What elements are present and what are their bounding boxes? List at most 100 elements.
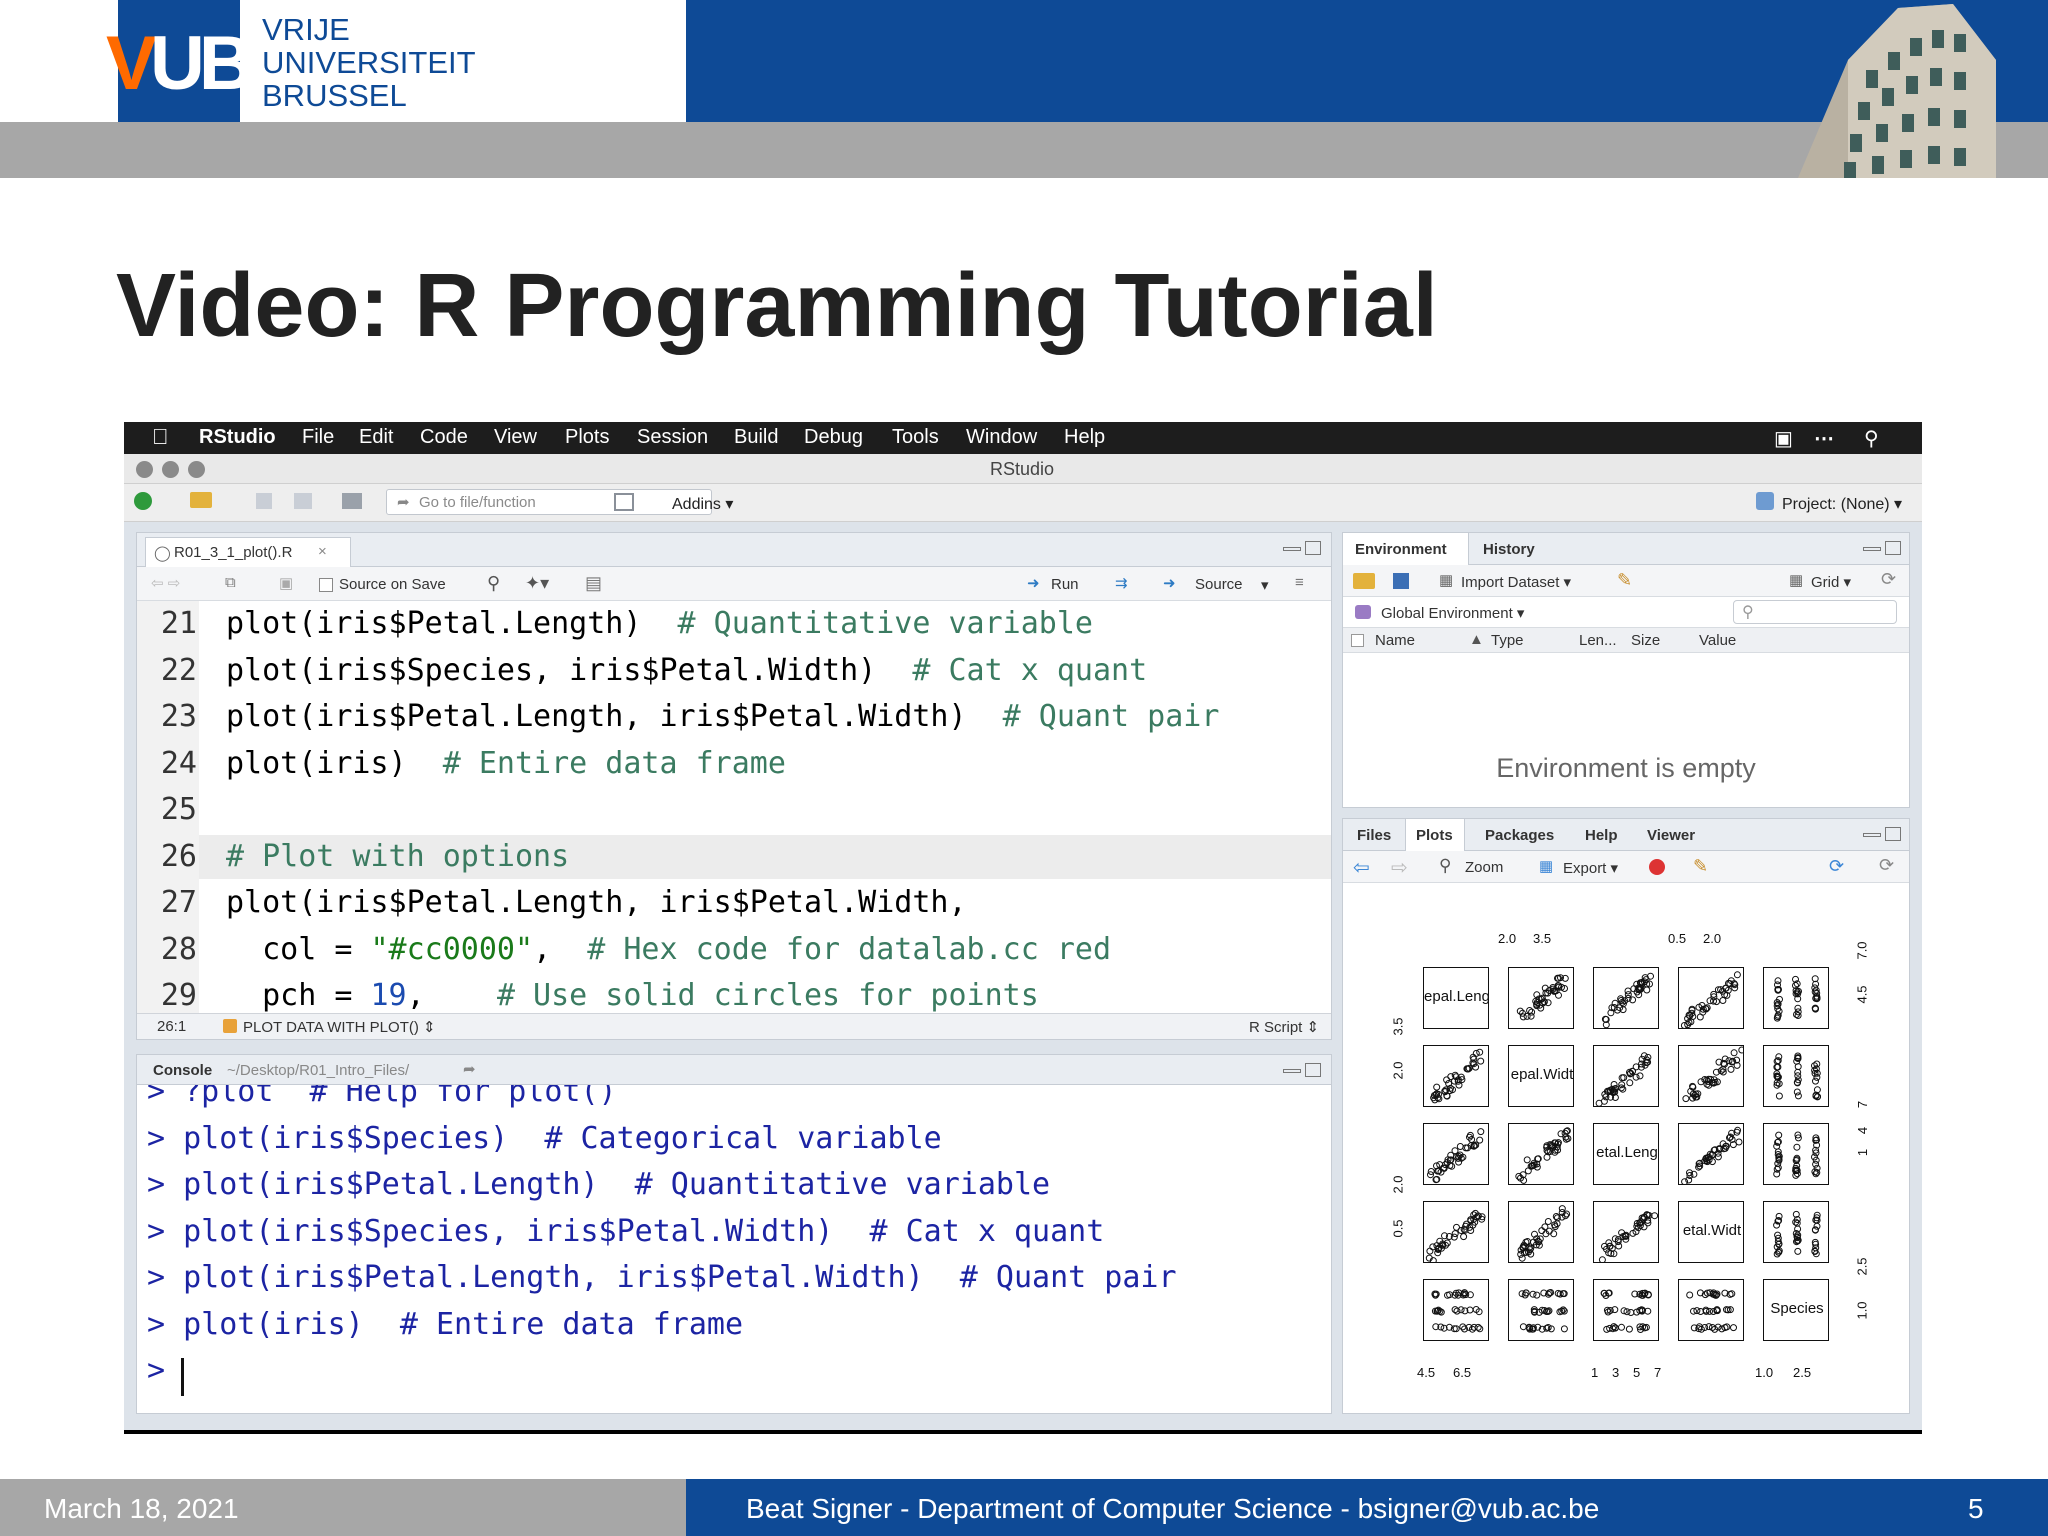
minimize-pane-icon[interactable] — [1283, 547, 1301, 551]
export-menu[interactable]: Export ▾ — [1563, 859, 1618, 877]
window-minimize-button[interactable] — [162, 461, 179, 478]
more-icon[interactable]: ⋯ — [1814, 426, 1834, 451]
next-plot-icon[interactable]: ⇨ — [1391, 855, 1408, 880]
spm-scatter-cell — [1763, 967, 1829, 1029]
env-maximize-icon[interactable] — [1885, 541, 1901, 555]
spm-tick-label: 2.0 — [1390, 1175, 1406, 1194]
menu-session[interactable]: Session — [637, 426, 708, 449]
project-menu[interactable]: Project: (None) ▾ — [1782, 494, 1902, 514]
previous-plot-icon[interactable]: ⇦ — [1353, 855, 1370, 880]
spm-points — [1430, 1048, 1485, 1104]
console-maximize-icon[interactable] — [1305, 1063, 1321, 1077]
grid-layout-icon[interactable] — [614, 493, 634, 511]
broom-icon[interactable]: ✎ — [1617, 570, 1632, 591]
import-dataset-menu[interactable]: Import Dataset ▾ — [1461, 573, 1571, 591]
menu-tools[interactable]: Tools — [892, 426, 939, 449]
source-on-save-checkbox[interactable] — [319, 578, 333, 592]
export-label: Export — [1563, 860, 1607, 877]
spm-diagonal-cell: epal.Leng — [1423, 967, 1489, 1029]
plots-refresh-icon[interactable]: ⟳ — [1879, 855, 1894, 876]
plots-minimize-icon[interactable] — [1863, 833, 1881, 837]
editor-save-icon[interactable]: ▣ — [279, 574, 293, 592]
save-icon[interactable] — [256, 493, 272, 509]
spotlight-search-icon[interactable]: ⚲ — [1864, 426, 1879, 451]
window-close-button[interactable] — [136, 461, 153, 478]
code-line: pch = 19, # Use solid circles for points — [226, 981, 1039, 1011]
col-value[interactable]: Value — [1699, 632, 1736, 649]
menu-view[interactable]: View — [494, 426, 537, 449]
back-icon[interactable]: ⇦ ⇨ — [151, 574, 180, 592]
zoom-button[interactable]: Zoom — [1465, 859, 1503, 876]
menu-code[interactable]: Code — [420, 426, 468, 449]
publish-icon[interactable]: ⟳ — [1829, 856, 1844, 877]
menu-window[interactable]: Window — [966, 426, 1037, 449]
spm-point — [1625, 1325, 1633, 1333]
tab-packages[interactable]: Packages — [1485, 827, 1554, 844]
code-comment: # Cat x quant — [912, 652, 1148, 688]
spm-point — [1794, 1247, 1802, 1255]
global-environment-menu[interactable]: Global Environment ▾ — [1381, 604, 1524, 622]
menu-build[interactable]: Build — [734, 426, 778, 449]
window-zoom-button[interactable] — [188, 461, 205, 478]
magic-wand-icon[interactable]: ✦▾ — [525, 573, 549, 594]
compile-report-icon[interactable]: ▤ — [585, 573, 602, 594]
col-length[interactable]: Len... — [1579, 632, 1617, 649]
load-workspace-icon[interactable] — [1353, 573, 1375, 589]
tab-history[interactable]: History — [1483, 541, 1535, 558]
tab-help[interactable]: Help — [1585, 827, 1618, 844]
open-file-icon[interactable] — [190, 492, 212, 508]
col-name[interactable]: Name — [1375, 632, 1415, 649]
save-all-icon[interactable] — [294, 493, 312, 509]
source-button[interactable]: Source — [1195, 576, 1243, 593]
code-editor[interactable]: 21 plot(iris$Petal.Length) # Quantitative… — [137, 601, 1331, 1013]
menu-help[interactable]: Help — [1064, 426, 1105, 449]
print-icon[interactable] — [342, 493, 362, 509]
close-tab-icon[interactable]: × — [318, 543, 327, 560]
console-minimize-icon[interactable] — [1283, 1069, 1301, 1073]
menu-debug[interactable]: Debug — [804, 426, 863, 449]
env-search-input[interactable]: ⚲ — [1733, 600, 1897, 624]
apple-icon[interactable]:  — [152, 424, 169, 450]
col-size[interactable]: Size — [1631, 632, 1660, 649]
maximize-pane-icon[interactable] — [1305, 541, 1321, 555]
new-file-icon[interactable] — [134, 492, 152, 510]
env-scope-row: Global Environment ▾ ⚲ — [1343, 597, 1909, 627]
search-icon[interactable]: ⚲ — [487, 573, 500, 594]
menu-edit[interactable]: Edit — [359, 426, 393, 449]
tab-r01-plot[interactable]: ◯ R01_3_1_plot().R × — [145, 537, 351, 567]
save-workspace-icon[interactable] — [1393, 573, 1409, 589]
tab-viewer[interactable]: Viewer — [1647, 827, 1695, 844]
console-output[interactable]: > ?plot # Help for plot() > plot(iris$Spe… — [137, 1085, 1331, 1413]
editor-tabbar: ◯ R01_3_1_plot().R × — [137, 533, 1331, 567]
menu-plots[interactable]: Plots — [565, 426, 609, 449]
menu-file[interactable]: File — [302, 426, 334, 449]
tab-environment[interactable]: Environment — [1343, 533, 1469, 565]
plots-maximize-icon[interactable] — [1885, 827, 1901, 841]
rerun-icon[interactable]: ⇉ — [1115, 574, 1128, 592]
file-type-selector[interactable]: R Script ⇕ — [1249, 1018, 1319, 1036]
source-dropdown-icon[interactable]: ▾ — [1261, 576, 1269, 594]
section-navigator[interactable]: PLOT DATA WITH PLOT() ⇕ — [243, 1018, 436, 1036]
spm-point — [1632, 1073, 1640, 1081]
clear-plots-broom-icon[interactable]: ✎ — [1693, 856, 1708, 877]
addins-menu[interactable]: Addins ▾ — [672, 494, 733, 514]
source-arrow-icon: ➜ — [1163, 575, 1176, 592]
tab-plots[interactable]: Plots — [1405, 819, 1465, 851]
outline-icon[interactable]: ≡ — [1295, 574, 1304, 591]
env-refresh-icon[interactable]: ⟳ — [1881, 569, 1896, 590]
tab-filename: R01_3_1_plot().R — [174, 544, 293, 561]
show-in-window-icon[interactable]: ⧉ — [225, 574, 236, 591]
menu-app[interactable]: RStudio — [199, 426, 276, 449]
env-minimize-icon[interactable] — [1863, 547, 1881, 551]
screen-record-icon[interactable]: ▣ — [1774, 426, 1793, 451]
env-select-all-checkbox[interactable] — [1351, 634, 1364, 647]
run-button[interactable]: Run — [1051, 576, 1079, 593]
plot-canvas[interactable]: epal.Leng epal.Widt etal.Leng etal.Widt Spec… — [1343, 883, 1909, 1413]
col-type[interactable]: Type — [1491, 632, 1524, 649]
env-tabbar: Environment History — [1343, 533, 1909, 565]
goto-file-input[interactable]: ➦ Go to file/function — [386, 489, 712, 515]
grid-view-menu[interactable]: Grid ▾ — [1811, 573, 1851, 591]
go-to-directory-icon[interactable]: ➦ — [463, 1060, 476, 1078]
tab-files[interactable]: Files — [1357, 827, 1391, 844]
remove-plot-icon[interactable] — [1649, 859, 1665, 875]
